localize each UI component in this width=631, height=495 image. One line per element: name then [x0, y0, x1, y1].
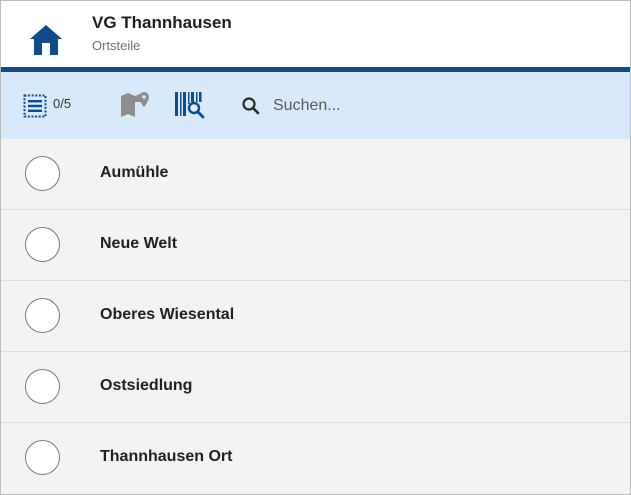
list-item-label: Oberes Wiesental	[100, 306, 235, 323]
list-item[interactable]: Ostsiedlung	[1, 352, 630, 423]
list-item-label: Aumühle	[100, 164, 169, 181]
app-frame: VG Thannhausen Ortsteile 0/5 Suchen... A…	[0, 0, 631, 495]
app-header: VG Thannhausen Ortsteile	[1, 1, 630, 67]
search-input[interactable]	[273, 97, 573, 115]
radio-button[interactable]	[25, 156, 60, 191]
list-item-label: Thannhausen Ort	[100, 448, 233, 465]
barcode-search-icon	[175, 92, 205, 119]
list-item[interactable]: Thannhausen Ort	[1, 423, 630, 494]
search-bar	[241, 89, 601, 123]
radio-button[interactable]	[25, 440, 60, 475]
list-item[interactable]: Neue Welt	[1, 210, 630, 281]
map-view-button[interactable]	[119, 91, 149, 119]
home-button[interactable]	[29, 24, 63, 56]
radio-button[interactable]	[25, 227, 60, 262]
list-item-label: Neue Welt	[100, 235, 178, 252]
barcode-search-button[interactable]	[174, 89, 206, 121]
radio-button[interactable]	[25, 369, 60, 404]
selection-count: 0/5	[53, 96, 72, 111]
page-subtitle: Ortsteile	[92, 38, 141, 53]
map-marker-icon	[121, 92, 149, 117]
checklist-icon	[23, 94, 47, 118]
home-icon	[30, 25, 62, 55]
toolbar: 0/5	[1, 72, 630, 139]
ortsteile-list: Aumühle Neue Welt Oberes Wiesental Ostsi…	[1, 139, 630, 494]
list-item-label: Ostsiedlung	[100, 377, 193, 394]
page-title: VG Thannhausen	[92, 13, 232, 32]
select-list-button[interactable]	[23, 94, 47, 118]
list-item[interactable]: Oberes Wiesental	[1, 281, 630, 352]
list-item[interactable]: Aumühle	[1, 139, 630, 210]
radio-button[interactable]	[25, 298, 60, 333]
search-icon	[242, 97, 260, 115]
